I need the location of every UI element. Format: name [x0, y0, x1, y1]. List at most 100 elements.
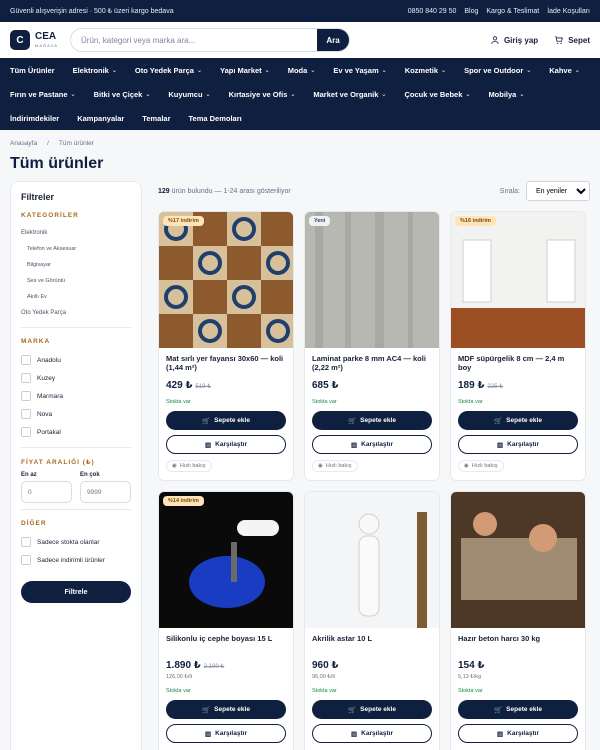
- quick-view-button[interactable]: ◉ Hızlı bakış: [312, 460, 358, 472]
- product-card[interactable]: %17 indirim Mat sırlı yer fayansı 30x60 …: [158, 211, 294, 481]
- product-card[interactable]: %16 indirim MDF süpürgelik 8 cm — 2,4 m …: [450, 211, 586, 481]
- topbar-phone[interactable]: 0850 840 29 50: [408, 8, 457, 15]
- nav-row-1: Tüm Ürünler Elektronik ⌄ Oto Yedek Parça ⌄…: [10, 58, 590, 82]
- add-to-cart-button[interactable]: 🛒 Sepete ekle: [166, 411, 286, 430]
- category-link[interactable]: Ses ve Görüntü: [21, 273, 131, 289]
- discount-filter[interactable]: Sadece indirimli ürünler: [21, 551, 131, 569]
- nav-item[interactable]: Market ve Organik ⌄: [313, 90, 386, 99]
- nav-item[interactable]: Bitki ve Çiçek ⌄: [94, 90, 151, 99]
- brand-filter[interactable]: Kuzey: [21, 369, 131, 387]
- search-button[interactable]: Ara: [317, 29, 349, 51]
- compare-button[interactable]: ▥ Karşılaştır: [166, 724, 286, 743]
- add-to-cart-button[interactable]: 🛒 Sepete ekle: [458, 411, 578, 430]
- quick-view-button[interactable]: ◉ Hızlı bakış: [166, 460, 212, 472]
- filter-button[interactable]: Filtrele: [21, 581, 131, 603]
- product-price: 685 ₺: [312, 380, 339, 391]
- product-card[interactable]: %14 indirim Silikonlu iç cephe boyası 15…: [158, 491, 294, 750]
- product-card[interactable]: Yeni Laminat parke 8 mm AC4 — koli (2,22…: [304, 211, 440, 481]
- compare-button[interactable]: ▥ Karşılaştır: [312, 435, 432, 454]
- nav-item[interactable]: Tüm Ürünler: [10, 66, 55, 75]
- nav-item[interactable]: Elektronik ⌄: [73, 66, 117, 75]
- add-to-cart-button[interactable]: 🛒 Sepete ekle: [312, 700, 432, 719]
- compare-button[interactable]: ▥ Karşılaştır: [312, 724, 432, 743]
- stock-status: Stokta var: [458, 399, 483, 405]
- nav-item[interactable]: Moda ⌄: [288, 66, 316, 75]
- product-image[interactable]: [305, 492, 439, 628]
- checkbox[interactable]: [21, 409, 31, 419]
- product-image[interactable]: %16 indirim: [451, 212, 585, 348]
- nav-item[interactable]: Fırın ve Pastane ⌄: [10, 90, 76, 99]
- quick-view-button[interactable]: ◉ Hızlı bakış: [458, 460, 504, 472]
- nav-item[interactable]: İndirimdekiler: [10, 114, 59, 123]
- nav-item[interactable]: Yapı Market ⌄: [220, 66, 270, 75]
- checkbox[interactable]: [21, 427, 31, 437]
- chevron-down-icon: ⌄: [574, 67, 580, 74]
- compare-button[interactable]: ▥ Karşılaştır: [166, 435, 286, 454]
- nav-item[interactable]: Temalar: [142, 114, 170, 123]
- add-to-cart-button[interactable]: 🛒 Sepete ekle: [312, 411, 432, 430]
- product-title[interactable]: Mat sırlı yer fayansı 30x60 — koli (1,44…: [166, 354, 286, 374]
- breadcrumb: Anasayfa / Tüm ürünler: [0, 130, 600, 147]
- product-image[interactable]: [451, 492, 585, 628]
- add-to-cart-button[interactable]: 🛒 Sepete ekle: [166, 700, 286, 719]
- product-price: 429 ₺: [166, 380, 193, 391]
- product-image[interactable]: Yeni: [305, 212, 439, 348]
- product-title[interactable]: Laminat parke 8 mm AC4 — koli (2,22 m²): [312, 354, 432, 374]
- nav-row-3: İndirimdekiler Kampanyalar Temalar Tema …: [10, 106, 590, 130]
- add-to-cart-button[interactable]: 🛒 Sepete ekle: [458, 700, 578, 719]
- checkbox[interactable]: [21, 555, 31, 565]
- checkbox[interactable]: [21, 355, 31, 365]
- product-title[interactable]: Akrilik astar 10 L: [312, 634, 432, 654]
- topbar-link-returns[interactable]: İade Koşulları: [547, 8, 590, 15]
- in-stock-filter[interactable]: Sadece stokta olanlar: [21, 533, 131, 551]
- other-title: DİĞER: [21, 520, 47, 527]
- chevron-down-icon: ⌄: [111, 67, 117, 74]
- chart-icon: ▥: [351, 441, 358, 449]
- page-title: Tüm ürünler: [10, 155, 104, 172]
- nav-item[interactable]: Kahve ⌄: [549, 66, 580, 75]
- nav-item[interactable]: Kuyumcu ⌄: [168, 90, 210, 99]
- cart-button[interactable]: Sepet: [554, 35, 590, 45]
- product-image[interactable]: %14 indirim: [159, 492, 293, 628]
- compare-button[interactable]: ▥ Karşılaştır: [458, 435, 578, 454]
- checkbox[interactable]: [21, 373, 31, 383]
- checkbox[interactable]: [21, 391, 31, 401]
- product-card[interactable]: Hazır beton harcı 30 kg 154 ₺ 5,13 ₺/kg …: [450, 491, 586, 750]
- nav-item[interactable]: Oto Yedek Parça ⌄: [135, 66, 202, 75]
- compare-button[interactable]: ▥ Karşılaştır: [458, 724, 578, 743]
- brand-filter[interactable]: Portakal: [21, 423, 131, 441]
- breadcrumb-home[interactable]: Anasayfa: [10, 140, 37, 147]
- search-input[interactable]: [71, 29, 317, 51]
- topbar-link-shipping[interactable]: Kargo & Teslimat: [486, 8, 539, 15]
- login-button[interactable]: Giriş yap: [490, 35, 538, 45]
- price-min-input[interactable]: [21, 481, 72, 503]
- nav-item[interactable]: Kırtasiye ve Ofis ⌄: [229, 90, 296, 99]
- nav-item[interactable]: Kampanyalar: [77, 114, 124, 123]
- product-title[interactable]: MDF süpürgelik 8 cm — 2,4 m boy: [458, 354, 578, 374]
- price-max-input[interactable]: [80, 481, 131, 503]
- product-image[interactable]: %17 indirim: [159, 212, 293, 348]
- category-link[interactable]: Bilgisayar: [21, 257, 131, 273]
- checkbox[interactable]: [21, 537, 31, 547]
- category-link[interactable]: Oto Yedek Parça: [21, 305, 131, 321]
- chart-icon: ▥: [205, 730, 212, 738]
- nav-item[interactable]: Ev ve Yaşam ⌄: [333, 66, 386, 75]
- category-link[interactable]: Akıllı Ev: [21, 289, 131, 305]
- product-title[interactable]: Hazır beton harcı 30 kg: [458, 634, 578, 654]
- nav-item[interactable]: Tema Demoları: [189, 114, 242, 123]
- category-link[interactable]: Telefon ve Aksesuar: [21, 241, 131, 257]
- chevron-down-icon: ⌄: [441, 67, 447, 74]
- nav-item[interactable]: Spor ve Outdoor ⌄: [464, 66, 531, 75]
- product-title[interactable]: Silikonlu iç cephe boyası 15 L: [166, 634, 286, 654]
- nav-item[interactable]: Kozmetik ⌄: [405, 66, 446, 75]
- logo[interactable]: C CEA MAĞAZA: [10, 30, 60, 50]
- nav-item[interactable]: Mobilya ⌄: [488, 90, 524, 99]
- sort-select[interactable]: En yeniler: [526, 181, 590, 201]
- product-card[interactable]: Akrilik astar 10 L 960 ₺ 96,00 ₺/lt Stok…: [304, 491, 440, 750]
- topbar-link-blog[interactable]: Blog: [464, 8, 478, 15]
- nav-item[interactable]: Çocuk ve Bebek ⌄: [404, 90, 470, 99]
- brand-filter[interactable]: Nova: [21, 405, 131, 423]
- category-link[interactable]: Elektronik: [21, 225, 131, 241]
- brand-filter[interactable]: Marmara: [21, 387, 131, 405]
- brand-filter[interactable]: Anadolu: [21, 351, 131, 369]
